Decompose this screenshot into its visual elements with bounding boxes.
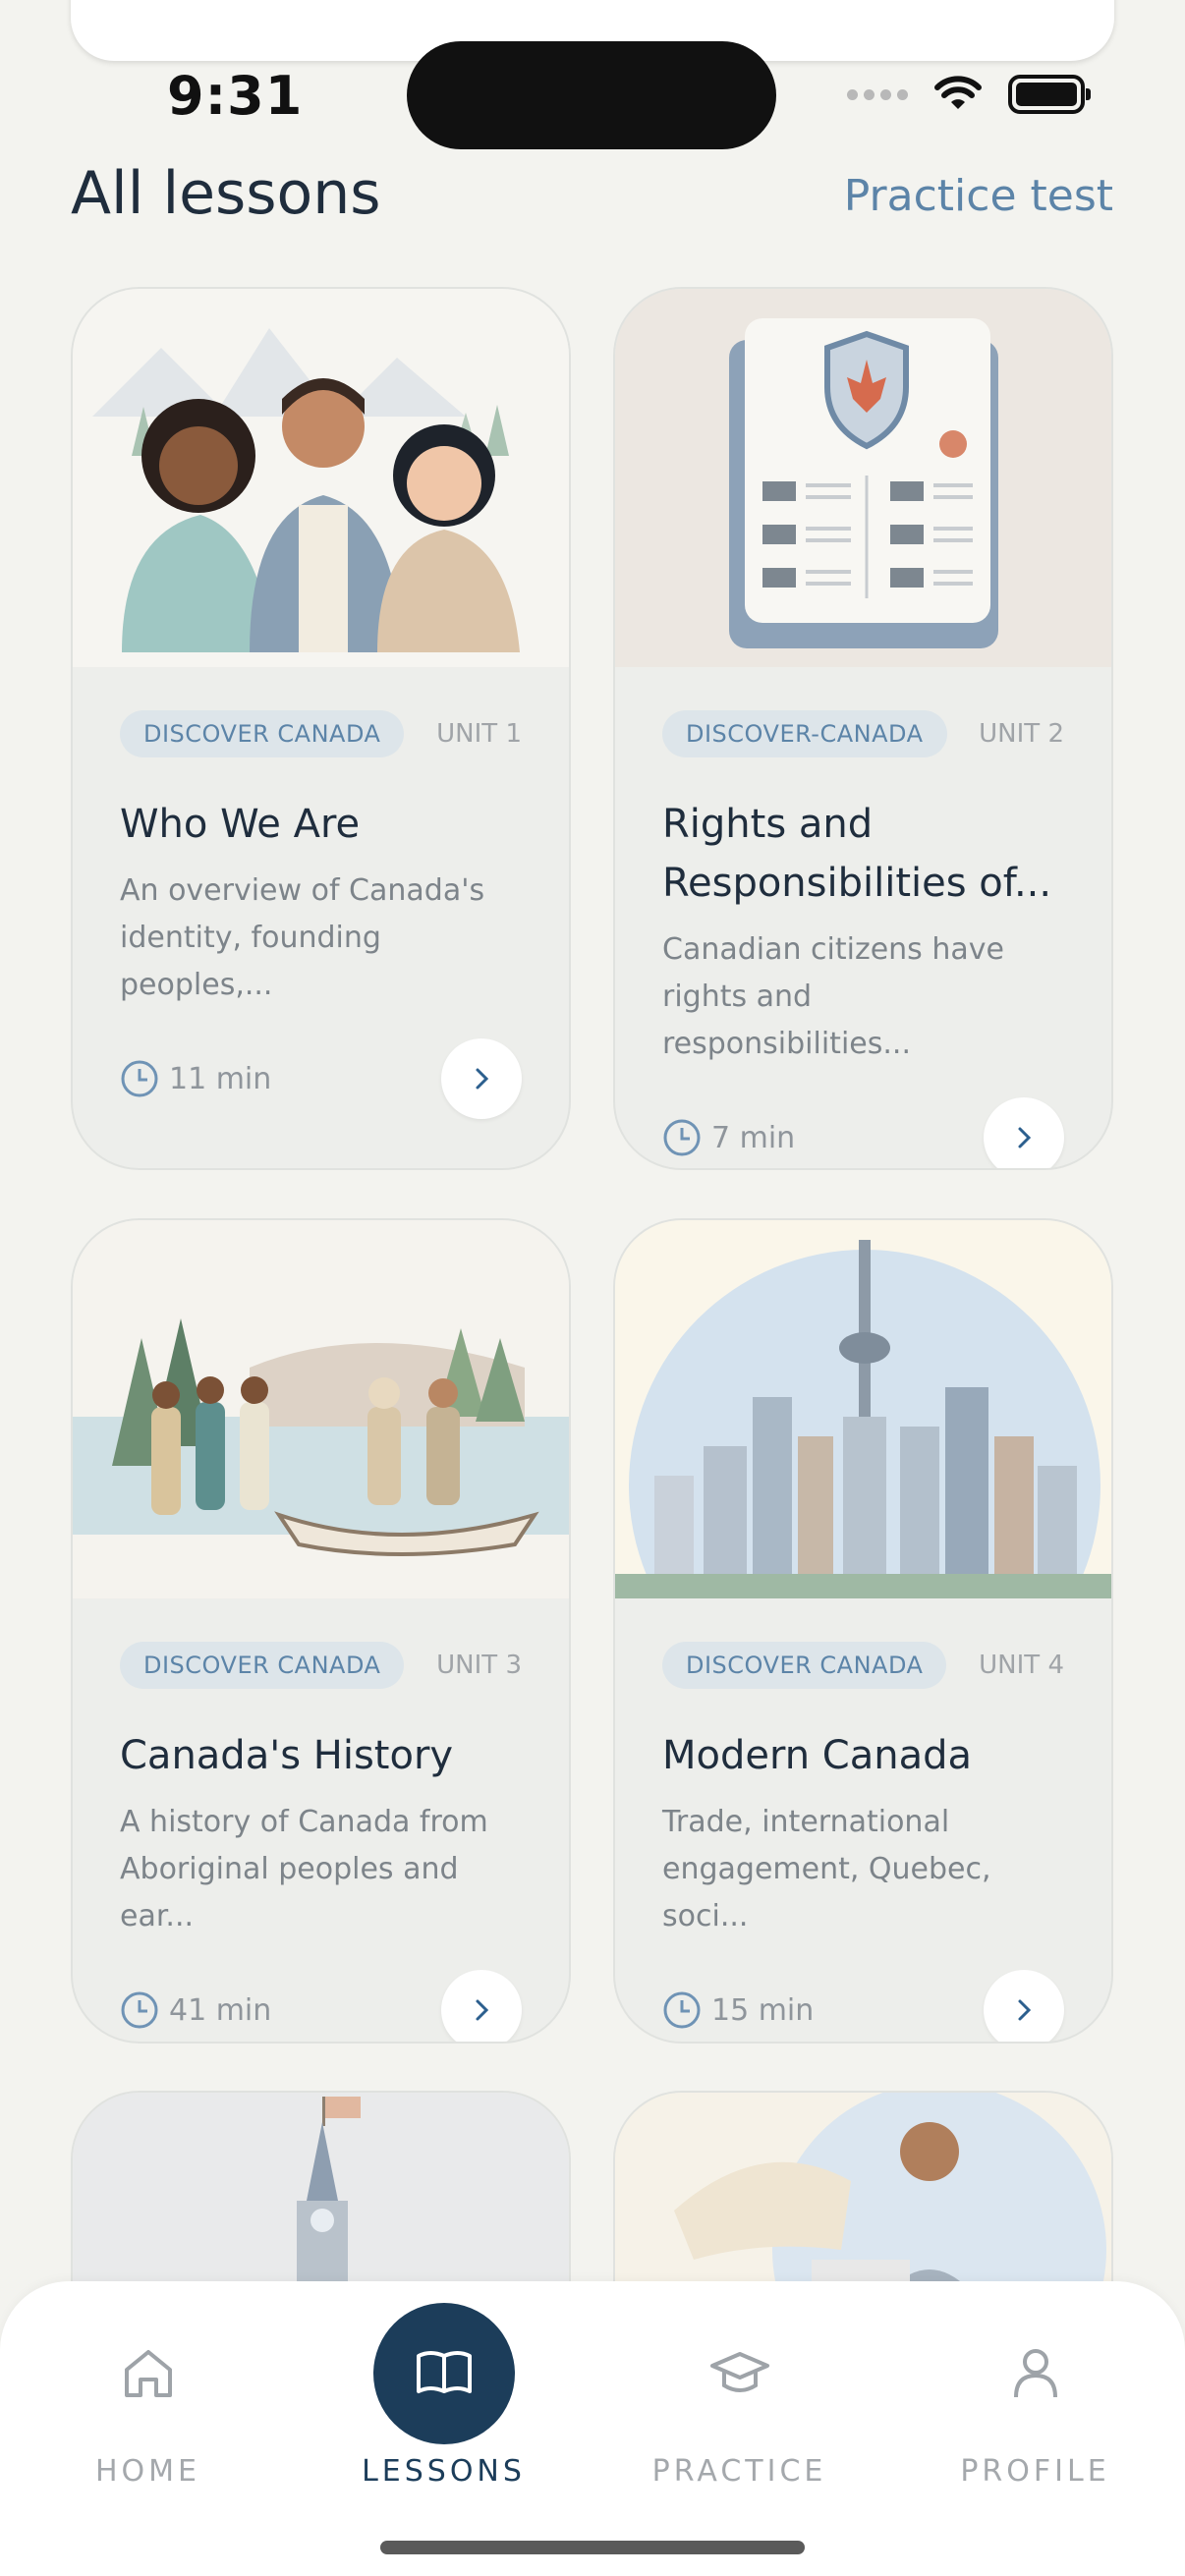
nav-label: PRACTICE [651, 2454, 827, 2489]
duration-text: 41 min [169, 1992, 272, 2028]
graduation-cap-icon [709, 2352, 769, 2392]
duration: 15 min [662, 1990, 814, 2030]
page-title: All lessons [71, 159, 381, 228]
nav-label: LESSONS [362, 2454, 526, 2489]
lesson-card-4[interactable]: DISCOVER CANADA UNIT 4 Modern Canada Tra… [613, 1218, 1113, 2044]
duration: 7 min [662, 1118, 795, 1157]
chevron-right-icon [476, 1999, 489, 2021]
lesson-description: Canadian citizens have rights and respon… [662, 932, 1004, 1061]
lesson-card-1[interactable]: DISCOVER CANADA UNIT 1 Who We Are An ove… [71, 287, 571, 1170]
history-scene-illustration [73, 1220, 569, 1598]
lesson-title: Rights and Responsibilities of... [662, 802, 1052, 906]
lesson-title: Who We Are [120, 802, 361, 847]
duration-text: 7 min [711, 1120, 796, 1155]
lesson-description: An overview of Canada's identity, foundi… [120, 873, 485, 1002]
person-icon [1013, 2349, 1057, 2398]
clock-icon [663, 1119, 701, 1156]
city-skyline-illustration [615, 1220, 1111, 1598]
wifi-icon [934, 76, 982, 109]
lesson-title: Modern Canada [662, 1733, 972, 1778]
duration-text: 11 min [169, 1061, 272, 1096]
category-tag: DISCOVER-CANADA [662, 710, 947, 757]
nav-home[interactable]: HOME [0, 2281, 296, 2517]
three-people-illustration [73, 289, 569, 667]
category-tag: DISCOVER CANADA [662, 1642, 947, 1689]
duration: 11 min [120, 1059, 271, 1098]
chevron-right-icon [1018, 1999, 1032, 2021]
unit-label: UNIT 2 [979, 719, 1064, 749]
charter-document-illustration [615, 289, 1111, 667]
unit-label: UNIT 4 [979, 1651, 1064, 1680]
clock-icon [121, 1991, 158, 2029]
bottom-nav: HOME LESSONS PRACTICE PROFILE [0, 2281, 1185, 2576]
nav-label: HOME [94, 2454, 200, 2489]
signal-icon [847, 88, 908, 100]
clock-icon [121, 1060, 158, 1097]
open-lesson-button[interactable] [984, 1097, 1064, 1168]
practice-test-link[interactable]: Practice test [844, 171, 1113, 221]
status-time: 9:31 [167, 65, 304, 127]
chevron-right-icon [1018, 1127, 1032, 1148]
open-lesson-button[interactable] [984, 1970, 1064, 2042]
home-indicator[interactable] [380, 2541, 805, 2554]
duration-text: 15 min [711, 1992, 815, 2028]
battery-icon [1008, 75, 1091, 114]
duration: 41 min [120, 1990, 271, 2030]
home-icon [124, 2350, 172, 2397]
open-lesson-button[interactable] [441, 1038, 522, 1119]
open-lesson-button[interactable] [441, 1970, 522, 2042]
category-tag: DISCOVER CANADA [120, 1642, 405, 1689]
nav-lessons[interactable]: LESSONS [296, 2281, 592, 2517]
dynamic-island [407, 41, 776, 149]
unit-label: UNIT 3 [436, 1651, 522, 1680]
category-tag: DISCOVER CANADA [120, 710, 405, 757]
unit-label: UNIT 1 [436, 719, 522, 749]
clock-icon [663, 1991, 701, 2029]
lesson-card-2[interactable]: DISCOVER-CANADA UNIT 2 Rights and Respon… [613, 287, 1113, 1170]
lesson-title: Canada's History [120, 1733, 454, 1778]
nav-profile[interactable]: PROFILE [887, 2281, 1183, 2517]
chevron-right-icon [476, 1068, 489, 1090]
lesson-card-3[interactable]: DISCOVER CANADA UNIT 3 Canada's History … [71, 1218, 571, 2044]
nav-label: PROFILE [960, 2454, 1110, 2489]
nav-practice[interactable]: PRACTICE [592, 2281, 887, 2517]
status-icons [847, 69, 1091, 120]
lesson-description: A history of Canada from Aboriginal peop… [120, 1805, 488, 1933]
book-icon [416, 2351, 472, 2393]
lesson-description: Trade, international engagement, Quebec,… [662, 1805, 991, 1933]
